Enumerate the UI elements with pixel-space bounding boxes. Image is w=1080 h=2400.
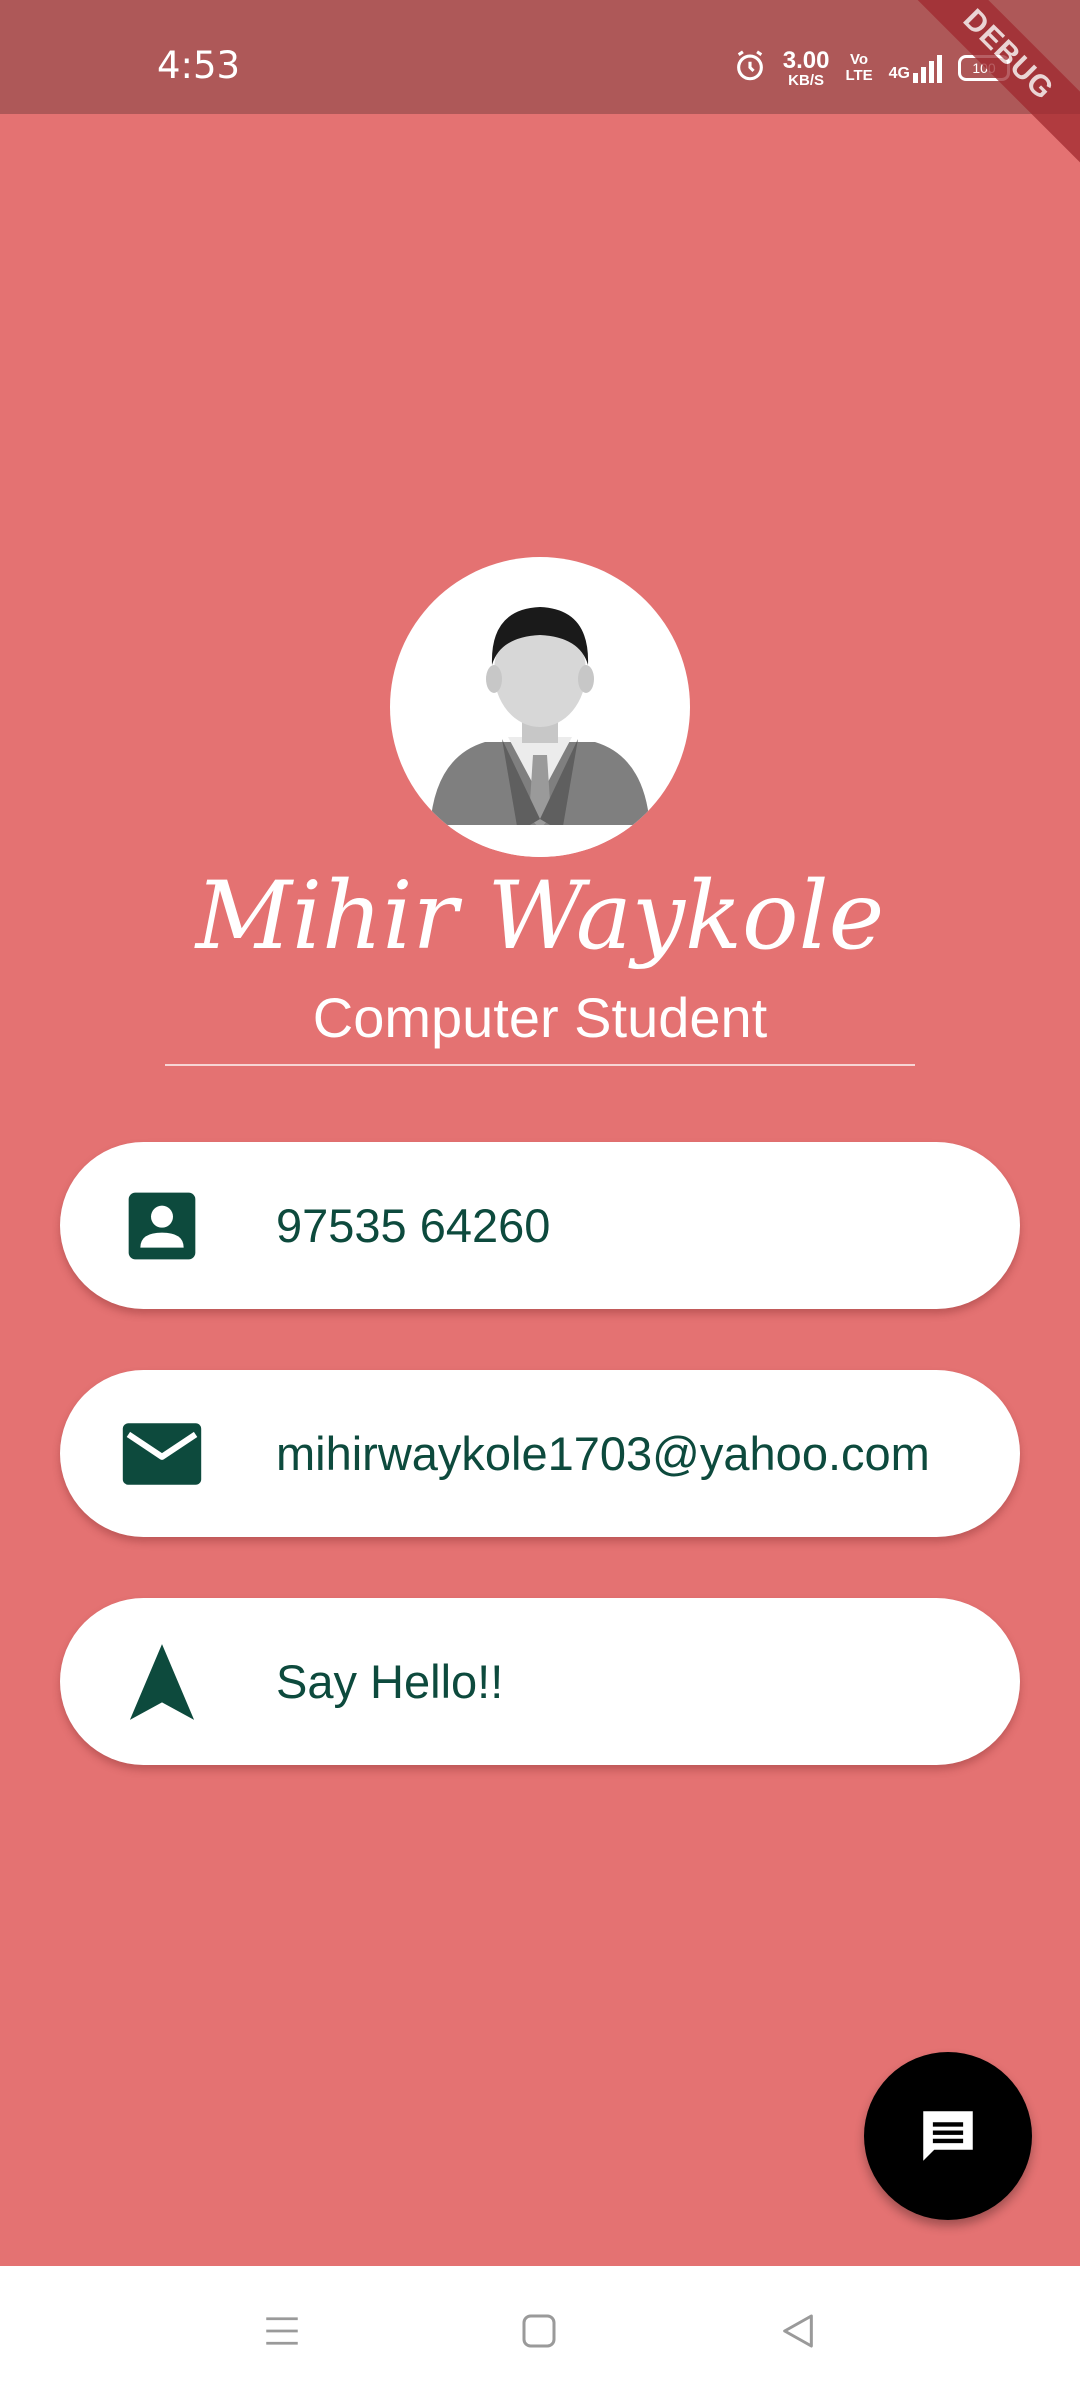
navigation-bar [0, 2266, 1080, 2400]
recent-apps-button[interactable] [247, 2296, 317, 2366]
home-button[interactable] [504, 2296, 574, 2366]
status-icons: 3.00 KB/S Vo LTE 4G 100 [733, 46, 1010, 90]
email-address: mihirwaykole1703@yahoo.com [276, 1427, 930, 1480]
phone-number: 97535 64260 [276, 1199, 551, 1252]
signal-indicator: 4G [889, 53, 942, 83]
volte-indicator: Vo LTE [845, 52, 872, 84]
status-bar: 4:53 3.00 KB/S Vo LTE 4G 100 DEBUG [0, 0, 1080, 179]
home-square-icon [522, 2314, 556, 2348]
signal-icon [913, 55, 942, 83]
profile-name: Mihir Waykole [195, 862, 885, 971]
divider [165, 1064, 915, 1066]
volte-top: Vo [850, 51, 869, 69]
back-button[interactable] [763, 2296, 833, 2366]
network-speed: 3.00 KB/S [782, 46, 830, 89]
menu-icon [266, 2317, 298, 2345]
volte-bottom: LTE [845, 67, 873, 84]
back-triangle-icon [783, 2314, 813, 2348]
speed-value: 3.00 [782, 46, 830, 74]
avatar [390, 557, 690, 857]
say-hello-card[interactable]: Say Hello!! [60, 1598, 1020, 1765]
avatar-image [390, 607, 690, 857]
email-card[interactable]: mihirwaykole1703@yahoo.com [60, 1370, 1020, 1537]
profile-subtitle: Computer Student [312, 986, 768, 1049]
phone-card[interactable]: 97535 64260 [60, 1142, 1020, 1309]
status-time: 4:53 [157, 44, 241, 87]
alarm-icon [733, 49, 767, 88]
speed-unit: KB/S [788, 71, 824, 89]
contact-card-icon [120, 1184, 204, 1268]
message-icon [923, 2111, 973, 2161]
message-fab-button[interactable] [864, 2052, 1032, 2220]
network-type: 4G [888, 65, 910, 82]
navigation-arrow-icon [120, 1640, 204, 1724]
mail-icon [120, 1412, 204, 1496]
say-hello-label: Say Hello!! [276, 1655, 504, 1708]
